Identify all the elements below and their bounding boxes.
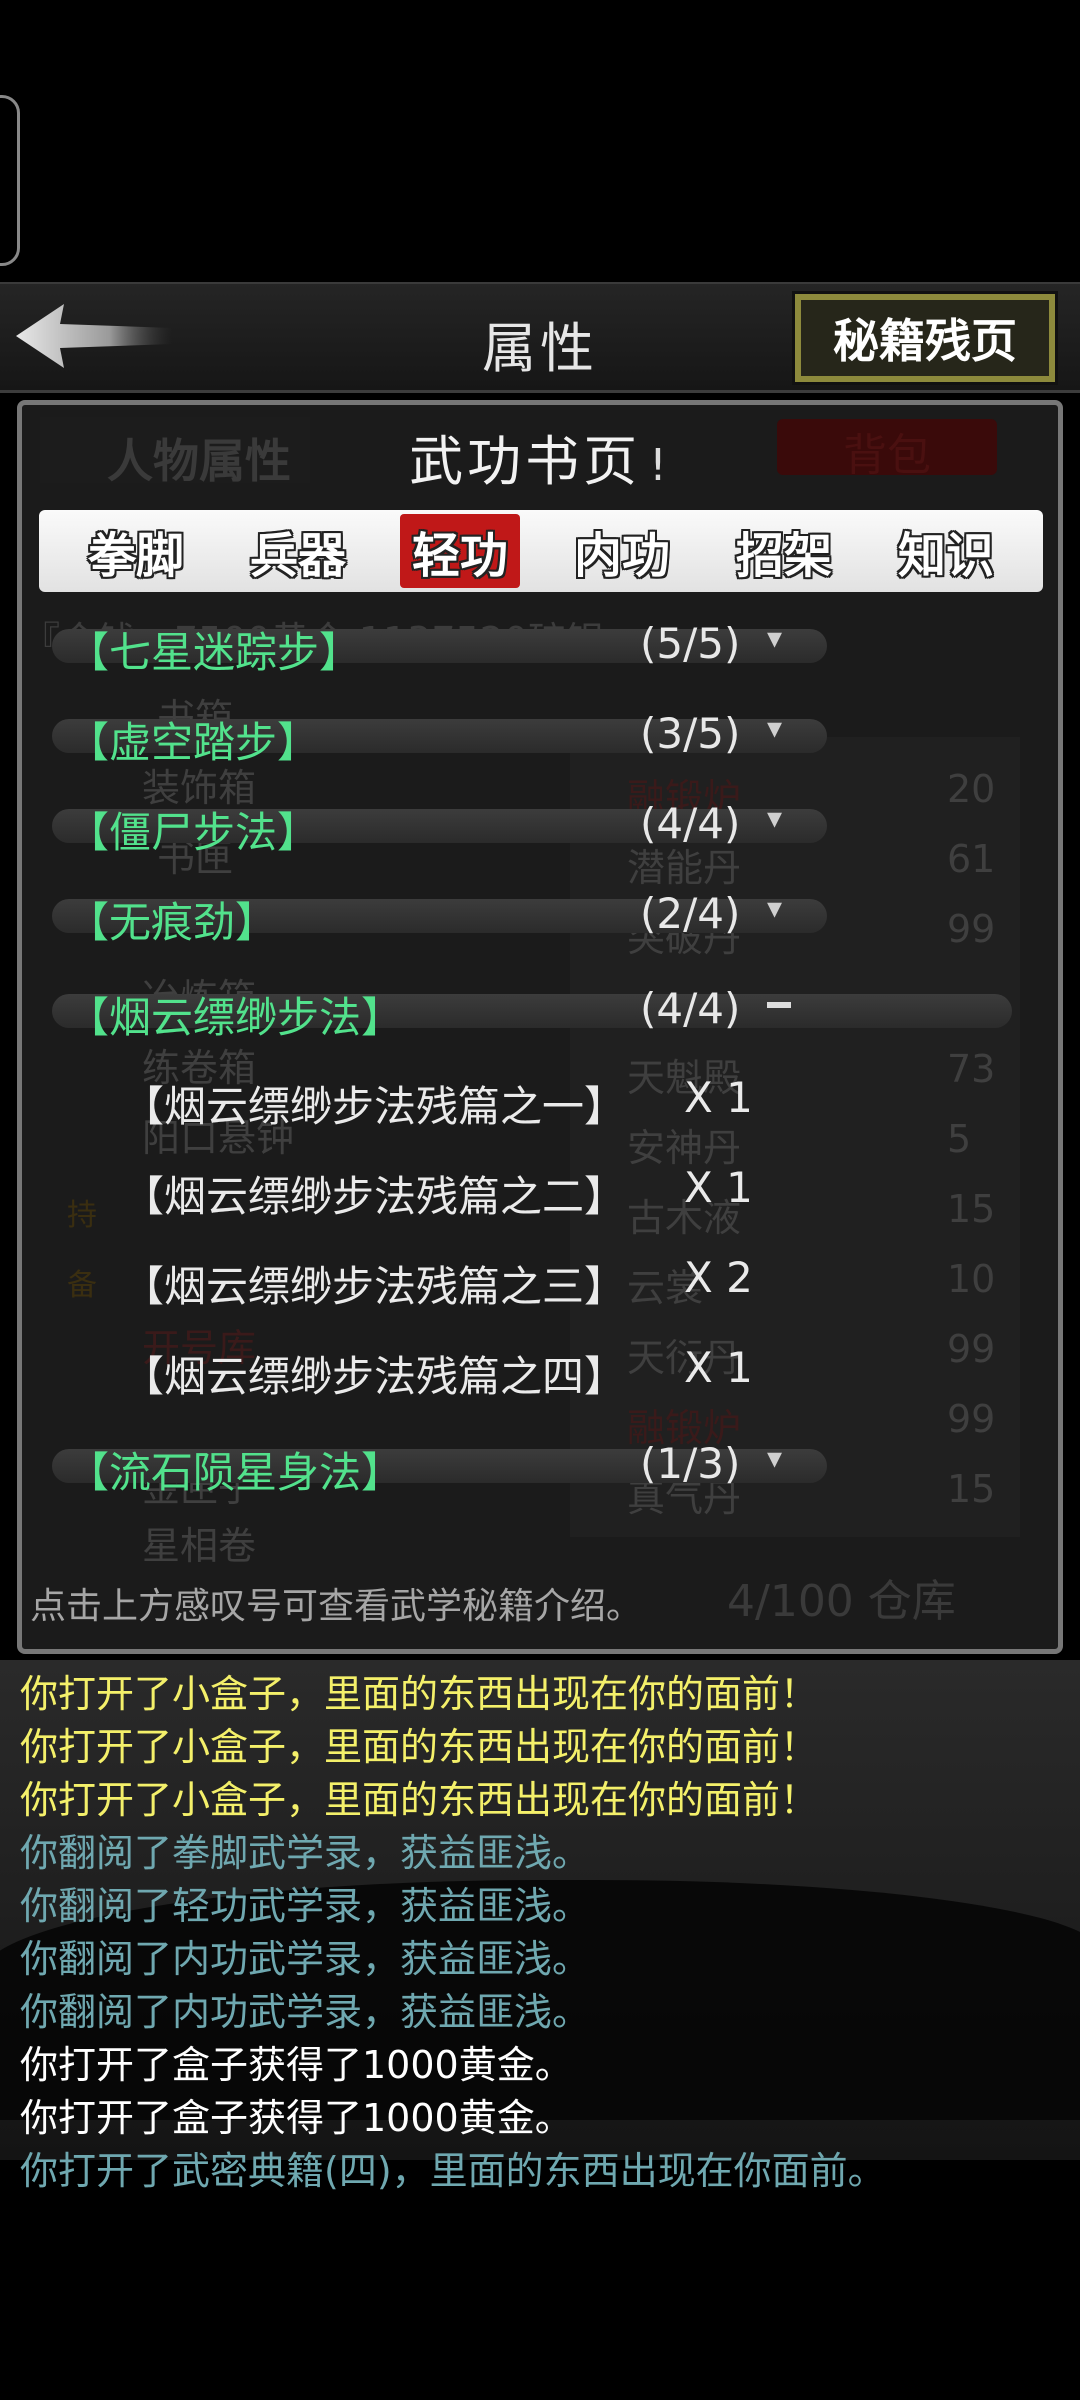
skill-progress: (2/4): [640, 889, 741, 938]
bg-side-label: 持: [67, 1198, 97, 1233]
skill-row[interactable]: 【僵尸步法】 (4/4) ▾: [22, 785, 1058, 865]
page-fragment-name: 【烟云缥缈步法残篇之四】: [122, 1352, 627, 1401]
secret-pages-button[interactable]: 秘籍残页: [792, 291, 1058, 385]
side-drawer-handle[interactable]: [0, 95, 20, 266]
bg-side-label: 备: [67, 1268, 97, 1303]
skill-row[interactable]: 【流石陨星身法】 (1/3) ▾: [22, 1425, 1058, 1505]
log-line: 你翻阅了轻功武学录，获益匪浅。: [20, 1884, 591, 1928]
skill-progress: (3/5): [640, 709, 741, 758]
skill-name: 【烟云缥缈步法】: [67, 993, 404, 1042]
log-line: 你翻阅了拳脚武学录，获益匪浅。: [20, 1831, 591, 1875]
skill-progress: (4/4): [640, 984, 741, 1033]
expand-chevron-icon[interactable]: ▾: [767, 801, 782, 836]
log-line: 你翻阅了内功武学录，获益匪浅。: [20, 1990, 591, 2034]
log-line: 你打开了小盒子，里面的东西出现在你的面前！: [20, 1725, 819, 1769]
status-area: [0, 0, 1080, 280]
page-fragment-name: 【烟云缥缈步法残篇之三】: [122, 1262, 627, 1311]
page-fragment-qty: X 2: [684, 1253, 753, 1302]
skill-row[interactable]: 【虚空踏步】 (3/5) ▾: [22, 695, 1058, 775]
tab-internal[interactable]: 内功: [562, 514, 682, 588]
tab-lightness[interactable]: 轻功: [399, 514, 520, 588]
bg-storage-label: 4/100 仓库: [727, 1576, 956, 1627]
expand-chevron-icon[interactable]: ▾: [767, 1441, 782, 1476]
page-fragment-qty: X 1: [684, 1343, 753, 1392]
bg-item: 星相卷: [142, 1524, 257, 1568]
skill-category-tabs: 拳脚 兵器 轻功 内功 招架 知识: [39, 510, 1043, 592]
skill-pages-dialog: 人物属性 背包 『金钱：7500黄金 1137520碎银 书箱 装饰箱 书匣 冶…: [17, 400, 1063, 1654]
log-line: 你翻阅了内功武学录，获益匪浅。: [20, 1937, 591, 1981]
dialog-header: 武功书页!: [22, 405, 1058, 505]
log-line: 你打开了小盒子，里面的东西出现在你的面前！: [20, 1672, 819, 1716]
page-fragment-row: 【烟云缥缈步法残篇之二】 X 1: [122, 1163, 982, 1243]
skill-name: 【无痕劲】: [67, 898, 278, 947]
expand-chevron-icon[interactable]: ▾: [767, 621, 782, 656]
skill-name: 【僵尸步法】: [67, 808, 320, 857]
log-line: 你打开了盒子获得了1000黄金。: [20, 2096, 573, 2140]
page-fragment-name: 【烟云缥缈步法残篇之一】: [122, 1082, 627, 1131]
skill-name: 【流石陨星身法】: [67, 1448, 404, 1497]
skill-progress: (5/5): [640, 619, 741, 668]
top-bar: 属性 秘籍残页: [0, 282, 1080, 393]
info-exclamation-icon[interactable]: !: [649, 440, 671, 491]
skill-row[interactable]: 【七星迷踪步】 (5/5) ▾: [22, 605, 1058, 685]
skill-row[interactable]: 【无痕劲】 (2/4) ▾: [22, 875, 1058, 955]
message-log: 你打开了小盒子，里面的东西出现在你的面前！ 你打开了小盒子，里面的东西出现在你的…: [20, 1668, 1070, 2198]
tab-knowledge[interactable]: 知识: [886, 514, 1006, 588]
collapse-minus-icon[interactable]: [767, 1002, 791, 1008]
skill-name: 【虚空踏步】: [67, 718, 320, 767]
tab-fist[interactable]: 拳脚: [76, 514, 196, 588]
page-fragment-name: 【烟云缥缈步法残篇之二】: [122, 1172, 627, 1221]
skill-row-expanded[interactable]: 【烟云缥缈步法】 (4/4): [22, 970, 1058, 1050]
tab-weapon[interactable]: 兵器: [238, 514, 358, 588]
dialog-title: 武功书页!: [22, 417, 1058, 496]
expand-chevron-icon[interactable]: ▾: [767, 891, 782, 926]
log-line: 你打开了盒子获得了1000黄金。: [20, 2043, 573, 2087]
hint-text: 点击上方感叹号可查看武学秘籍介绍。: [30, 1586, 643, 1627]
page-fragment-qty: X 1: [684, 1163, 753, 1212]
page-fragment-qty: X 1: [684, 1073, 753, 1122]
page-fragment-row: 【烟云缥缈步法残篇之三】 X 2: [122, 1253, 982, 1333]
page-fragment-row: 【烟云缥缈步法残篇之四】 X 1: [122, 1343, 982, 1423]
dialog-title-text: 武功书页: [409, 430, 642, 493]
tab-parry[interactable]: 招架: [724, 514, 844, 588]
skill-progress: (1/3): [640, 1439, 741, 1488]
expand-chevron-icon[interactable]: ▾: [767, 711, 782, 746]
skill-progress: (4/4): [640, 799, 741, 848]
log-line: 你打开了小盒子，里面的东西出现在你的面前！: [20, 1778, 819, 1822]
log-line: 你打开了武密典籍(四)，里面的东西出现在你面前。: [20, 2149, 886, 2193]
skill-name: 【七星迷踪步】: [67, 628, 362, 677]
page-fragment-row: 【烟云缥缈步法残篇之一】 X 1: [122, 1073, 982, 1153]
